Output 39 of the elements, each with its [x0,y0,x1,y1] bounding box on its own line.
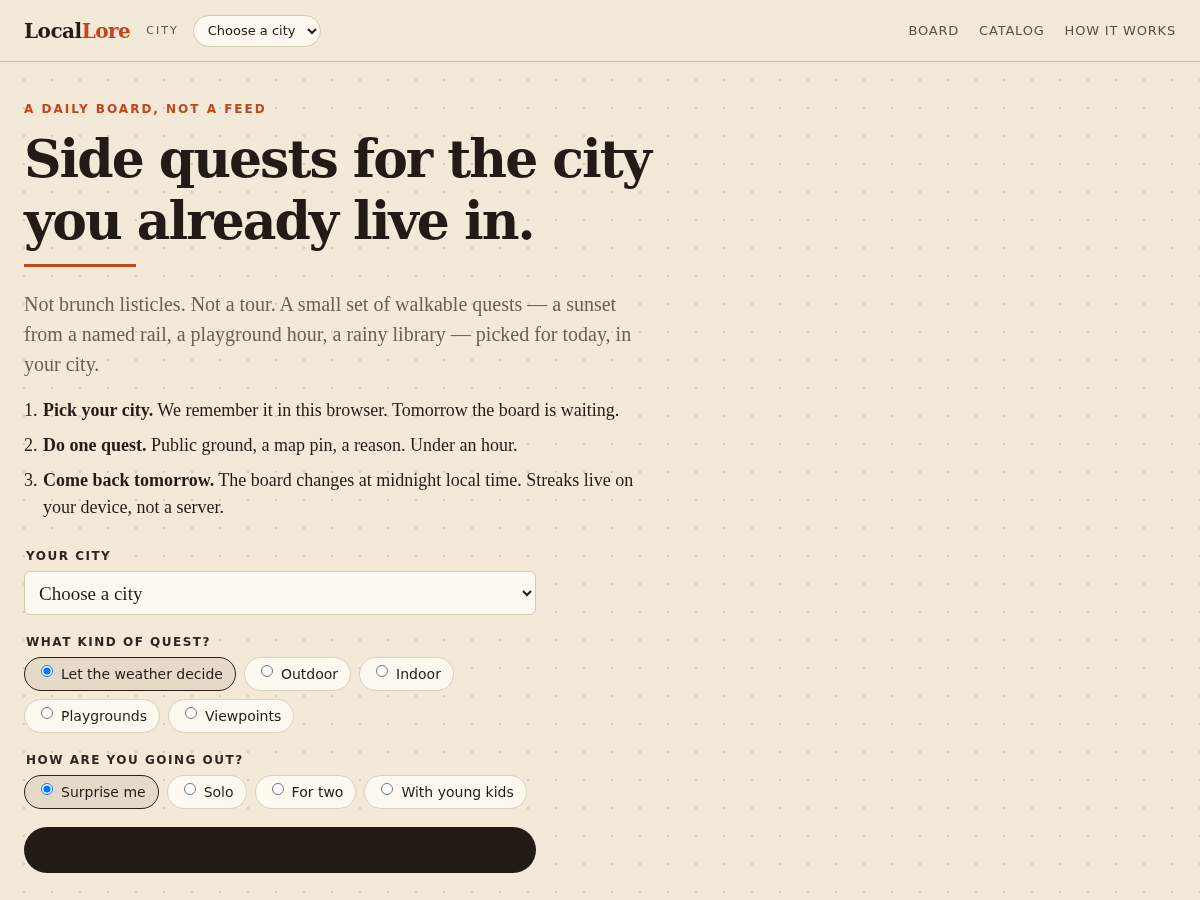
radio-button[interactable] [376,665,389,677]
field-label: YOUR CITY [26,549,113,563]
radio-option[interactable]: For two [254,775,357,809]
nav-link[interactable]: CATALOG [979,23,1045,38]
logo[interactable]: LocalLore [24,18,131,43]
radio-button[interactable] [41,707,53,719]
radio-option[interactable]: Surprise me [24,775,159,809]
step-text: Do one quest. Public ground, a map pin, a reason. Under an hour. [43,434,519,457]
step-text: Pick your city. We remember it in this browser. Tomorrow the board is waiting. [43,399,621,422]
radio-button[interactable] [381,783,394,795]
nav-link[interactable]: HOW IT WORKS [1064,23,1176,38]
field-label: WHAT KIND OF QUEST? [26,635,212,649]
step-number: 1. [24,399,37,422]
headline: Side quests for the city [24,128,650,190]
city-select[interactable]: Choose a city [192,14,321,47]
step-number: 2. [24,434,37,457]
radio-option[interactable]: Let the weather decide [24,657,236,691]
radio-option[interactable]: Solo [166,775,247,809]
city-label: CITY [146,24,179,37]
radio-option[interactable]: Indoor [359,657,454,691]
headline: you already live in. [24,190,534,252]
radio-button[interactable] [183,783,196,795]
step-number: 3. [24,469,37,492]
eyebrow: A DAILY BOARD, NOT A FEED [24,102,268,116]
radio-option[interactable]: With young kids [364,775,527,809]
radio-button[interactable] [271,783,284,795]
intro-text: Not brunch listicles. Not a tour. A small set of walkable quests — a sunset from a named rail, a playground hour, a rainy library — picked for today, in your city. [24,292,633,378]
field-label: HOW ARE YOU GOING OUT? [26,753,245,767]
submit-button[interactable] [24,827,536,873]
radio-button[interactable] [41,665,53,677]
radio-option[interactable]: Outdoor [243,657,352,691]
city-select[interactable]: Choose a city [24,571,536,615]
radio-button[interactable] [185,707,198,719]
step-text: Come back tomorrow. The board changes at midnight local time. Streaks live on your device, not a server. [43,469,635,519]
radio-option[interactable]: Playgrounds [24,699,161,733]
radio-button[interactable] [260,665,273,677]
radio-button[interactable] [41,783,53,795]
radio-option[interactable]: Viewpoints [168,699,295,733]
nav-link[interactable]: BOARD [908,23,960,38]
